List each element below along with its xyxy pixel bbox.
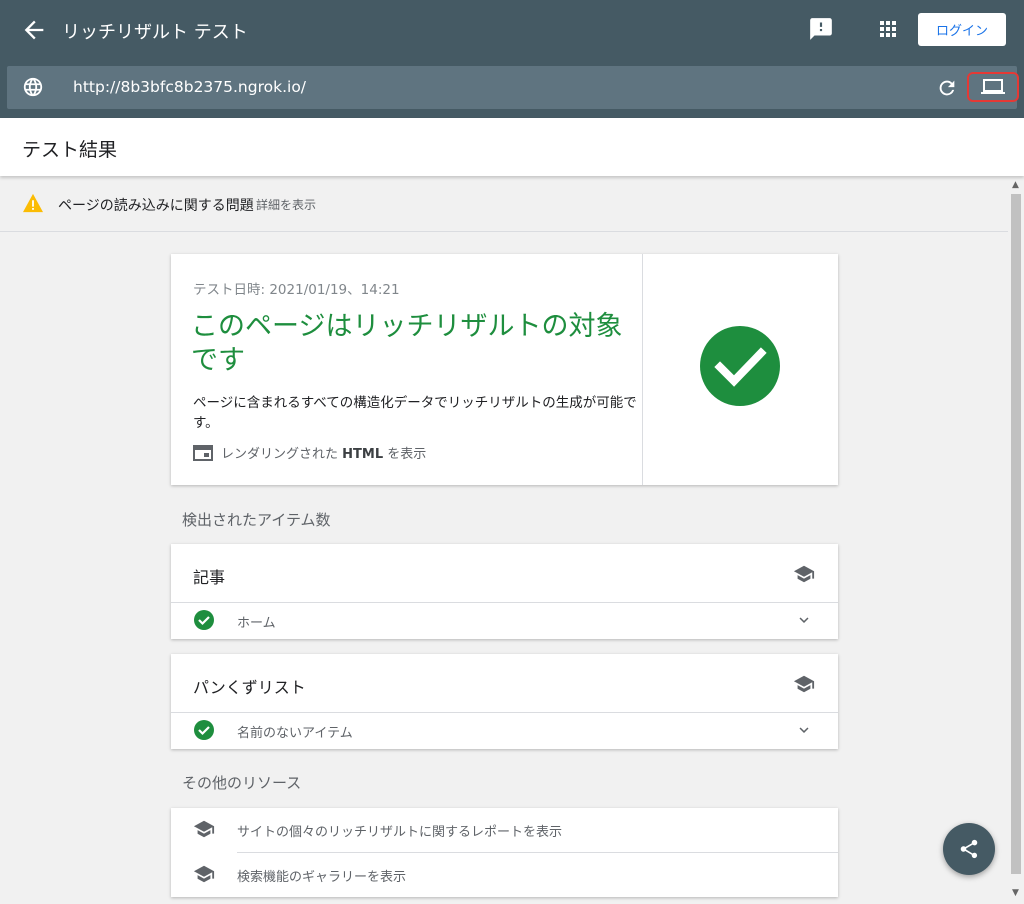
result-headline: このページはリッチリザルトの対象です	[191, 311, 623, 376]
item-type-title: 記事	[193, 568, 226, 587]
share-button[interactable]	[943, 823, 995, 875]
item-row[interactable]: 名前のないアイテム	[171, 712, 838, 749]
item-row[interactable]: ホーム	[171, 602, 838, 639]
warning-banner: ページの読み込みに関する問題 詳細を表示	[0, 176, 1008, 232]
warning-details-link[interactable]: 詳細を表示	[256, 196, 316, 213]
resource-link[interactable]: 検索機能のギャラリーを表示	[171, 853, 838, 897]
login-button[interactable]: ログイン	[918, 13, 1006, 46]
browser-window-icon	[193, 444, 213, 461]
check-circle-icon	[700, 326, 780, 406]
resource-link-label: サイトの個々のリッチリザルトに関するレポートを表示	[237, 825, 563, 840]
graduation-cap-icon	[193, 865, 215, 883]
scroll-up-arrow[interactable]: ▲	[1012, 180, 1019, 190]
resource-link-label: 検索機能のギャラリーを表示	[237, 870, 407, 885]
detected-item-card: 記事 ホーム	[171, 544, 838, 639]
check-circle-icon	[194, 610, 214, 630]
test-date: テスト日時: 2021/01/19、14:21	[193, 282, 400, 298]
scroll-down-arrow[interactable]: ▼	[1012, 888, 1019, 898]
warning-text: ページの読み込みに関する問題	[58, 198, 254, 214]
chevron-down-icon[interactable]	[795, 721, 813, 739]
item-row-label: 名前のないアイテム	[237, 726, 353, 741]
warning-icon	[23, 193, 43, 213]
back-button[interactable]	[20, 16, 48, 44]
item-row-label: ホーム	[237, 616, 276, 631]
resources-card: サイトの個々のリッチリザルトに関するレポートを表示 検索機能のギャラリーを表示	[171, 808, 838, 897]
scroll-thumb[interactable]	[1011, 194, 1021, 874]
reload-button[interactable]	[936, 77, 958, 99]
feedback-icon	[810, 18, 832, 40]
laptop-icon	[981, 79, 1005, 94]
url-bar: http://8b3bfc8b2375.ngrok.io/	[7, 66, 1019, 109]
resource-link[interactable]: サイトの個々のリッチリザルトに関するレポートを表示	[171, 808, 838, 852]
detected-items-label: 検出されたアイテム数	[182, 511, 331, 529]
app-header: リッチリザルト テスト ログイン http://8b3bfc8b2375.ngr…	[0, 0, 1024, 118]
apps-button[interactable]	[876, 17, 900, 41]
graduation-cap-icon	[193, 820, 215, 838]
item-type-title: パンくずリスト	[193, 678, 306, 697]
check-circle-icon	[194, 720, 214, 740]
results-content: ページの読み込みに関する問題 詳細を表示 テスト日時: 2021/01/19、1…	[0, 176, 1008, 904]
share-icon	[960, 839, 978, 859]
url-input[interactable]: http://8b3bfc8b2375.ngrok.io/	[73, 78, 306, 96]
detected-item-card: パンくずリスト 名前のないアイテム	[171, 654, 838, 749]
page-title: テスト結果	[22, 139, 118, 161]
feedback-button[interactable]	[808, 16, 834, 42]
chevron-down-icon[interactable]	[795, 611, 813, 629]
app-title: リッチリザルト テスト	[62, 22, 248, 43]
render-link-label: レンダリングされた HTML を表示	[221, 447, 427, 462]
apps-grid-icon	[880, 21, 896, 37]
globe-icon	[22, 76, 44, 98]
view-rendered-html-link[interactable]: レンダリングされた HTML を表示	[193, 443, 426, 462]
scrollbar[interactable]: ▲ ▼	[1008, 176, 1024, 904]
results-header: テスト結果	[0, 118, 1024, 176]
graduation-cap-icon[interactable]	[793, 564, 815, 584]
device-toggle-button[interactable]	[967, 72, 1019, 102]
back-arrow-icon	[24, 20, 44, 40]
summary-left: テスト日時: 2021/01/19、14:21 このページはリッチリザルトの対象…	[171, 254, 643, 485]
reload-icon	[939, 80, 955, 96]
other-resources-label: その他のリソース	[182, 774, 302, 792]
graduation-cap-icon[interactable]	[793, 674, 815, 694]
result-description: ページに含まれるすべての構造化データでリッチリザルトの生成が可能です。	[193, 395, 637, 431]
test-summary-card: テスト日時: 2021/01/19、14:21 このページはリッチリザルトの対象…	[171, 254, 838, 485]
